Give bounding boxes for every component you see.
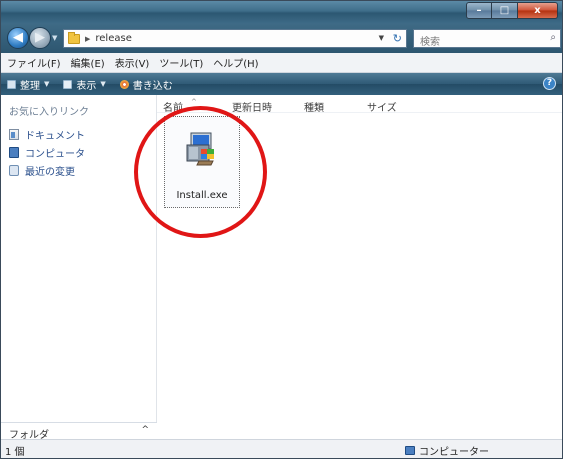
search-input[interactable]: 検索 ⌕ (413, 29, 561, 48)
column-modified[interactable]: 更新日時 (232, 99, 272, 114)
red-highlight-circle (134, 106, 267, 238)
burn-disc-icon (119, 79, 129, 89)
documents-icon (9, 129, 19, 140)
title-bar[interactable]: – □ x (1, 1, 562, 23)
nav-link-label: 最近の変更 (25, 167, 75, 178)
burn-button[interactable]: 書き込む (119, 77, 173, 92)
view-button[interactable]: 表示 ▼ (63, 77, 106, 92)
organize-icon (7, 79, 16, 89)
recent-changes-icon (9, 165, 19, 176)
sort-arrow-icon: ^ (191, 98, 197, 106)
burn-label: 書き込む (132, 80, 173, 92)
folders-toggle[interactable]: フォルダ ^ (1, 422, 157, 441)
forward-button[interactable]: ▶ (29, 27, 51, 49)
command-bar: 整理 ▼ 表示 ▼ 書き込む ? (1, 73, 562, 95)
chevron-down-icon: ▼ (44, 80, 50, 88)
nav-link-documents[interactable]: ドキュメント (9, 127, 85, 142)
item-count: 1 個 (5, 447, 25, 458)
history-dropdown-icon[interactable]: ▼ (52, 34, 60, 42)
breadcrumb-release[interactable]: release (95, 33, 131, 44)
menu-view[interactable]: 表示(V) (115, 55, 150, 70)
computer-icon (405, 446, 415, 455)
address-row: ◀ ▶ ▼ ▶ release ▼ ↻ 検索 ⌕ (1, 23, 562, 53)
view-label: 表示 (76, 80, 97, 92)
status-bar: 1 個 コンピューター (1, 439, 562, 458)
minimize-button[interactable]: – (466, 2, 492, 19)
window-controls: – □ x (466, 2, 558, 20)
favorites-header: お気に入りリンク (9, 107, 89, 118)
close-button[interactable]: x (518, 2, 558, 19)
explorer-window: – □ x ◀ ▶ ▼ ▶ release ▼ ↻ 検索 ⌕ ファイル(F) 編… (0, 0, 563, 459)
search-placeholder: 検索 (420, 37, 440, 48)
organize-label: 整理 (20, 80, 40, 92)
address-bar[interactable]: ▶ release ▼ ↻ (63, 29, 407, 48)
address-dropdown-icon[interactable]: ▼ (379, 34, 384, 42)
navigation-pane: お気に入りリンク ドキュメント コンピュータ 最近の変更 (1, 95, 157, 422)
menu-bar: ファイル(F) 編集(E) 表示(V) ツール(T) ヘルプ(H) (1, 53, 562, 73)
chevron-up-icon: ^ (141, 425, 149, 435)
column-size[interactable]: サイズ (367, 99, 397, 114)
view-icon (63, 79, 73, 89)
menu-edit[interactable]: 編集(E) (71, 55, 105, 70)
breadcrumb-separator-icon[interactable]: ▶ (85, 35, 90, 43)
nav-link-label: コンピュータ (25, 149, 85, 160)
nav-link-recent[interactable]: 最近の変更 (9, 163, 75, 178)
organize-button[interactable]: 整理 ▼ (7, 77, 49, 92)
chevron-down-icon: ▼ (100, 80, 106, 88)
search-icon[interactable]: ⌕ (550, 32, 556, 43)
nav-link-label: ドキュメント (25, 131, 85, 142)
help-icon[interactable]: ? (543, 77, 556, 90)
menu-tools[interactable]: ツール(T) (159, 55, 203, 70)
menu-help[interactable]: ヘルプ(H) (213, 55, 258, 70)
nav-link-computer[interactable]: コンピュータ (9, 145, 85, 160)
menu-file[interactable]: ファイル(F) (7, 55, 61, 70)
refresh-icon[interactable]: ↻ (393, 32, 402, 45)
zone-label: コンピューター (419, 447, 489, 458)
column-type[interactable]: 種類 (304, 99, 324, 114)
computer-icon (9, 147, 19, 158)
zone-indicator: コンピューター (405, 443, 489, 458)
folder-icon (68, 31, 80, 44)
back-button[interactable]: ◀ (7, 27, 29, 49)
maximize-button[interactable]: □ (492, 2, 518, 19)
